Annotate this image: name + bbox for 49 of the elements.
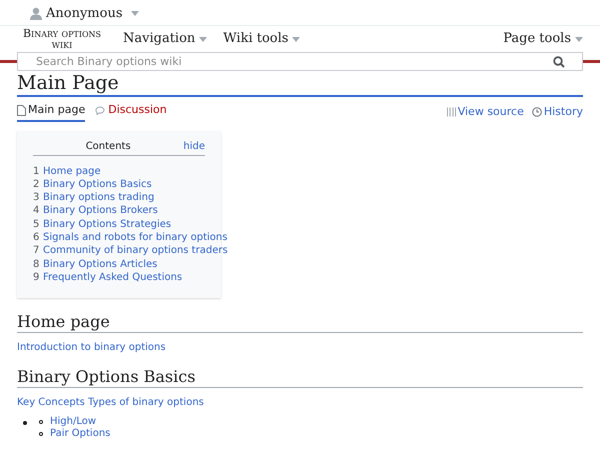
toc-number: 1: [33, 164, 40, 178]
toc-link[interactable]: Binary Options Articles: [43, 258, 158, 271]
content-link[interactable]: Introduction to binary options: [17, 340, 166, 356]
toc-number: 6: [33, 230, 40, 244]
toc-link[interactable]: Frequently Asked Questions: [43, 270, 182, 284]
page-tab[interactable]: Discussion: [95, 102, 167, 122]
page-icon: [17, 104, 26, 116]
search-icon[interactable]: [553, 56, 565, 68]
toc-link[interactable]: Binary Options Basics: [43, 178, 152, 192]
toc-number: 7: [33, 244, 40, 258]
toc-link[interactable]: Binary options trading: [43, 191, 154, 204]
bullet-icon: [39, 432, 43, 436]
speech-bubble-icon: [95, 105, 106, 116]
toc-number: 2: [33, 178, 40, 192]
toc-number: 5: [33, 218, 40, 231]
toc-link[interactable]: Home page: [43, 164, 101, 178]
toc-link[interactable]: Binary Options Brokers: [43, 204, 158, 218]
content-link[interactable]: Key Concepts Types of binary options: [17, 395, 204, 410]
toc-link[interactable]: Signals and robots for binary options: [43, 230, 228, 244]
caret-icon: [292, 36, 300, 42]
section-heading: Binary Options Basics: [17, 367, 583, 388]
page-action[interactable]: History: [532, 104, 583, 120]
caret-icon: [199, 36, 208, 42]
toc-number: 3: [33, 191, 40, 204]
toc-link[interactable]: Community of binary options traders: [43, 244, 228, 258]
toc-number: 4: [33, 204, 40, 218]
page-title: Main Page: [17, 72, 120, 95]
search-field[interactable]: Search Binary options wiki: [17, 52, 583, 71]
menu-button[interactable]: Navigation: [123, 29, 208, 49]
hide-link[interactable]: hide: [183, 138, 205, 154]
bullet-icon: [23, 421, 27, 426]
toc-number: 9: [33, 270, 40, 284]
content-link[interactable]: High/Low: [50, 416, 96, 428]
caret-icon: [575, 36, 583, 42]
user-menu[interactable]: Anonymous: [30, 4, 139, 23]
user-icon: [30, 6, 42, 20]
content-link[interactable]: Pair Options: [50, 428, 110, 440]
toc-number: 8: [33, 258, 40, 271]
clock-icon: [532, 106, 542, 117]
caret-icon: [130, 10, 139, 16]
bullet-icon: [39, 420, 43, 424]
page-tab[interactable]: Main page: [17, 102, 86, 122]
toc-link[interactable]: Binary Options Strategies: [43, 218, 172, 231]
menu-button[interactable]: Wiki tools: [223, 29, 300, 49]
site-logo[interactable]: Binary options wiki: [17, 28, 107, 50]
page-action[interactable]: View source: [446, 104, 524, 120]
menu-button[interactable]: Page tools: [503, 29, 583, 49]
section-heading: Home page: [17, 312, 583, 334]
contents-title: Contents: [84, 140, 132, 154]
